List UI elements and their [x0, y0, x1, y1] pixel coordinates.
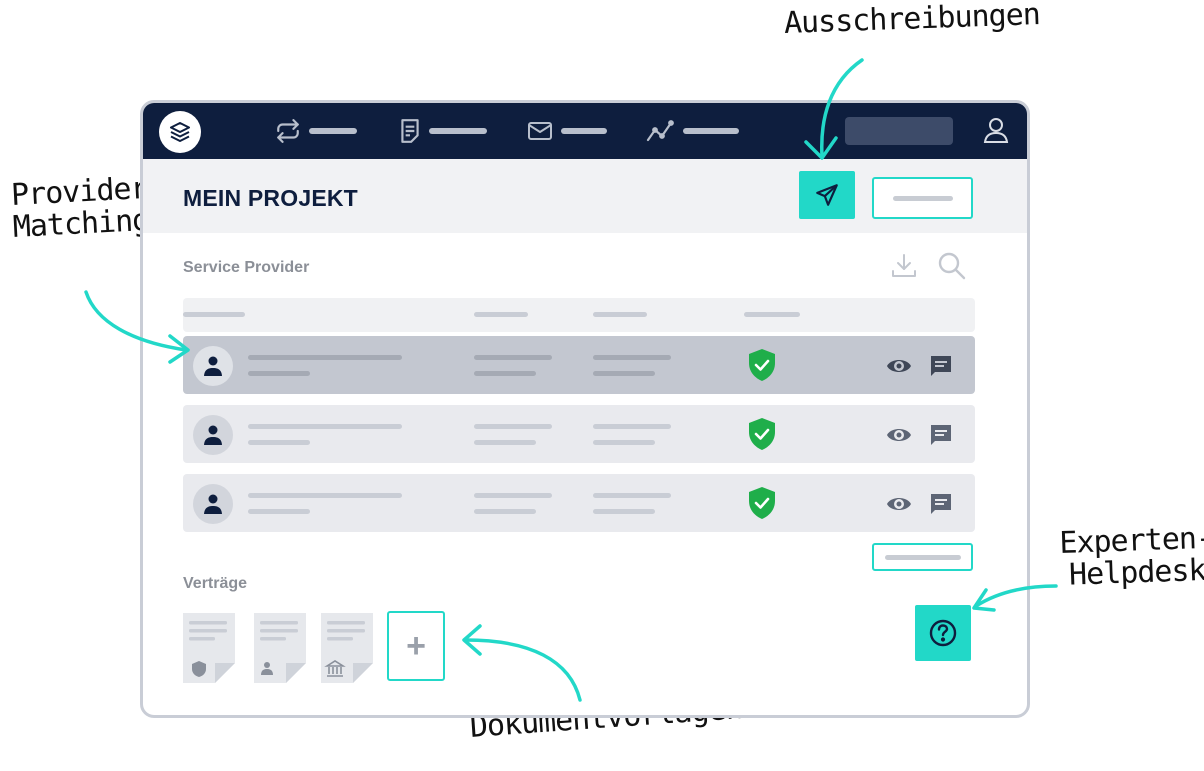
cell-placeholder — [593, 440, 655, 445]
add-document-button[interactable]: + — [387, 611, 445, 681]
column-header-placeholder — [474, 312, 528, 317]
mail-icon — [528, 122, 552, 140]
nav-item-mail[interactable] — [527, 117, 607, 145]
chat-icon[interactable] — [929, 423, 953, 447]
document-icon — [401, 119, 419, 143]
shield-check-icon — [749, 349, 775, 381]
cell-placeholder — [474, 509, 536, 514]
contract-document[interactable] — [254, 613, 306, 683]
eye-icon[interactable] — [885, 354, 913, 378]
annotation-experten-helpdesk: Experten- Helpdesk — [1059, 521, 1204, 593]
table-header — [183, 298, 975, 332]
layers-icon[interactable] — [159, 111, 201, 153]
exchange-icon — [277, 119, 299, 143]
cell-placeholder — [593, 371, 655, 376]
cell-placeholder — [593, 509, 655, 514]
person-icon — [204, 356, 222, 376]
nav-label-placeholder — [429, 128, 487, 134]
cell-placeholder — [593, 493, 671, 498]
secondary-action-button[interactable] — [872, 177, 973, 219]
button-label-placeholder — [892, 195, 953, 201]
cell-placeholder — [474, 440, 536, 445]
cell-placeholder — [474, 355, 552, 360]
search-input[interactable] — [845, 117, 953, 145]
chat-icon[interactable] — [929, 354, 953, 378]
provider-name-placeholder — [248, 493, 402, 498]
nav-label-placeholder — [309, 128, 357, 134]
person-icon — [204, 494, 222, 514]
button-label-placeholder — [884, 554, 961, 560]
table-row[interactable] — [183, 405, 975, 463]
provider-detail-placeholder — [248, 371, 310, 376]
app-window: MEIN PROJEKT Service Provider Verträge + — [140, 100, 1030, 718]
analytics-icon — [646, 120, 674, 142]
cell-placeholder — [474, 493, 552, 498]
annotation-experten-line2: Helpdesk — [1068, 552, 1204, 593]
paper-plane-icon — [816, 184, 838, 206]
contract-document[interactable] — [321, 613, 373, 683]
nav-item-documents[interactable] — [399, 117, 487, 145]
search-icon[interactable] — [937, 251, 967, 281]
top-navbar — [143, 103, 1027, 159]
nav-item-analytics[interactable] — [645, 117, 739, 145]
column-header-placeholder — [183, 312, 245, 317]
load-more-button[interactable] — [872, 543, 973, 571]
provider-detail-placeholder — [248, 509, 310, 514]
provider-detail-placeholder — [248, 440, 310, 445]
annotation-ausschreibungen: Ausschreibungen — [783, 0, 1041, 41]
provider-name-placeholder — [248, 424, 402, 429]
person-icon — [204, 425, 222, 445]
shield-check-icon — [749, 487, 775, 519]
user-icon[interactable] — [981, 115, 1011, 145]
eye-icon[interactable] — [885, 492, 913, 516]
chat-icon[interactable] — [929, 492, 953, 516]
help-icon — [929, 619, 957, 647]
column-header-placeholder — [744, 312, 800, 317]
page-title: MEIN PROJEKT — [183, 185, 358, 211]
provider-name-placeholder — [248, 355, 402, 360]
project-header: MEIN PROJEKT — [143, 159, 1027, 233]
avatar — [193, 484, 233, 524]
contract-document[interactable] — [183, 613, 235, 683]
cell-placeholder — [593, 355, 671, 360]
section-title-service-provider: Service Provider — [183, 259, 310, 276]
shield-check-icon — [749, 418, 775, 450]
download-icon[interactable] — [889, 251, 919, 281]
table-row[interactable] — [183, 474, 975, 532]
cell-placeholder — [474, 371, 536, 376]
nav-item-exchange[interactable] — [275, 117, 357, 145]
avatar — [193, 415, 233, 455]
column-header-placeholder — [593, 312, 647, 317]
help-button[interactable] — [915, 605, 971, 661]
send-tender-button[interactable] — [799, 171, 855, 219]
section-title-vertraege: Verträge — [183, 575, 248, 592]
eye-icon[interactable] — [885, 423, 913, 447]
nav-label-placeholder — [561, 128, 607, 134]
avatar — [193, 346, 233, 386]
table-row[interactable] — [183, 336, 975, 394]
nav-label-placeholder — [683, 128, 739, 134]
cell-placeholder — [474, 424, 552, 429]
cell-placeholder — [593, 424, 671, 429]
